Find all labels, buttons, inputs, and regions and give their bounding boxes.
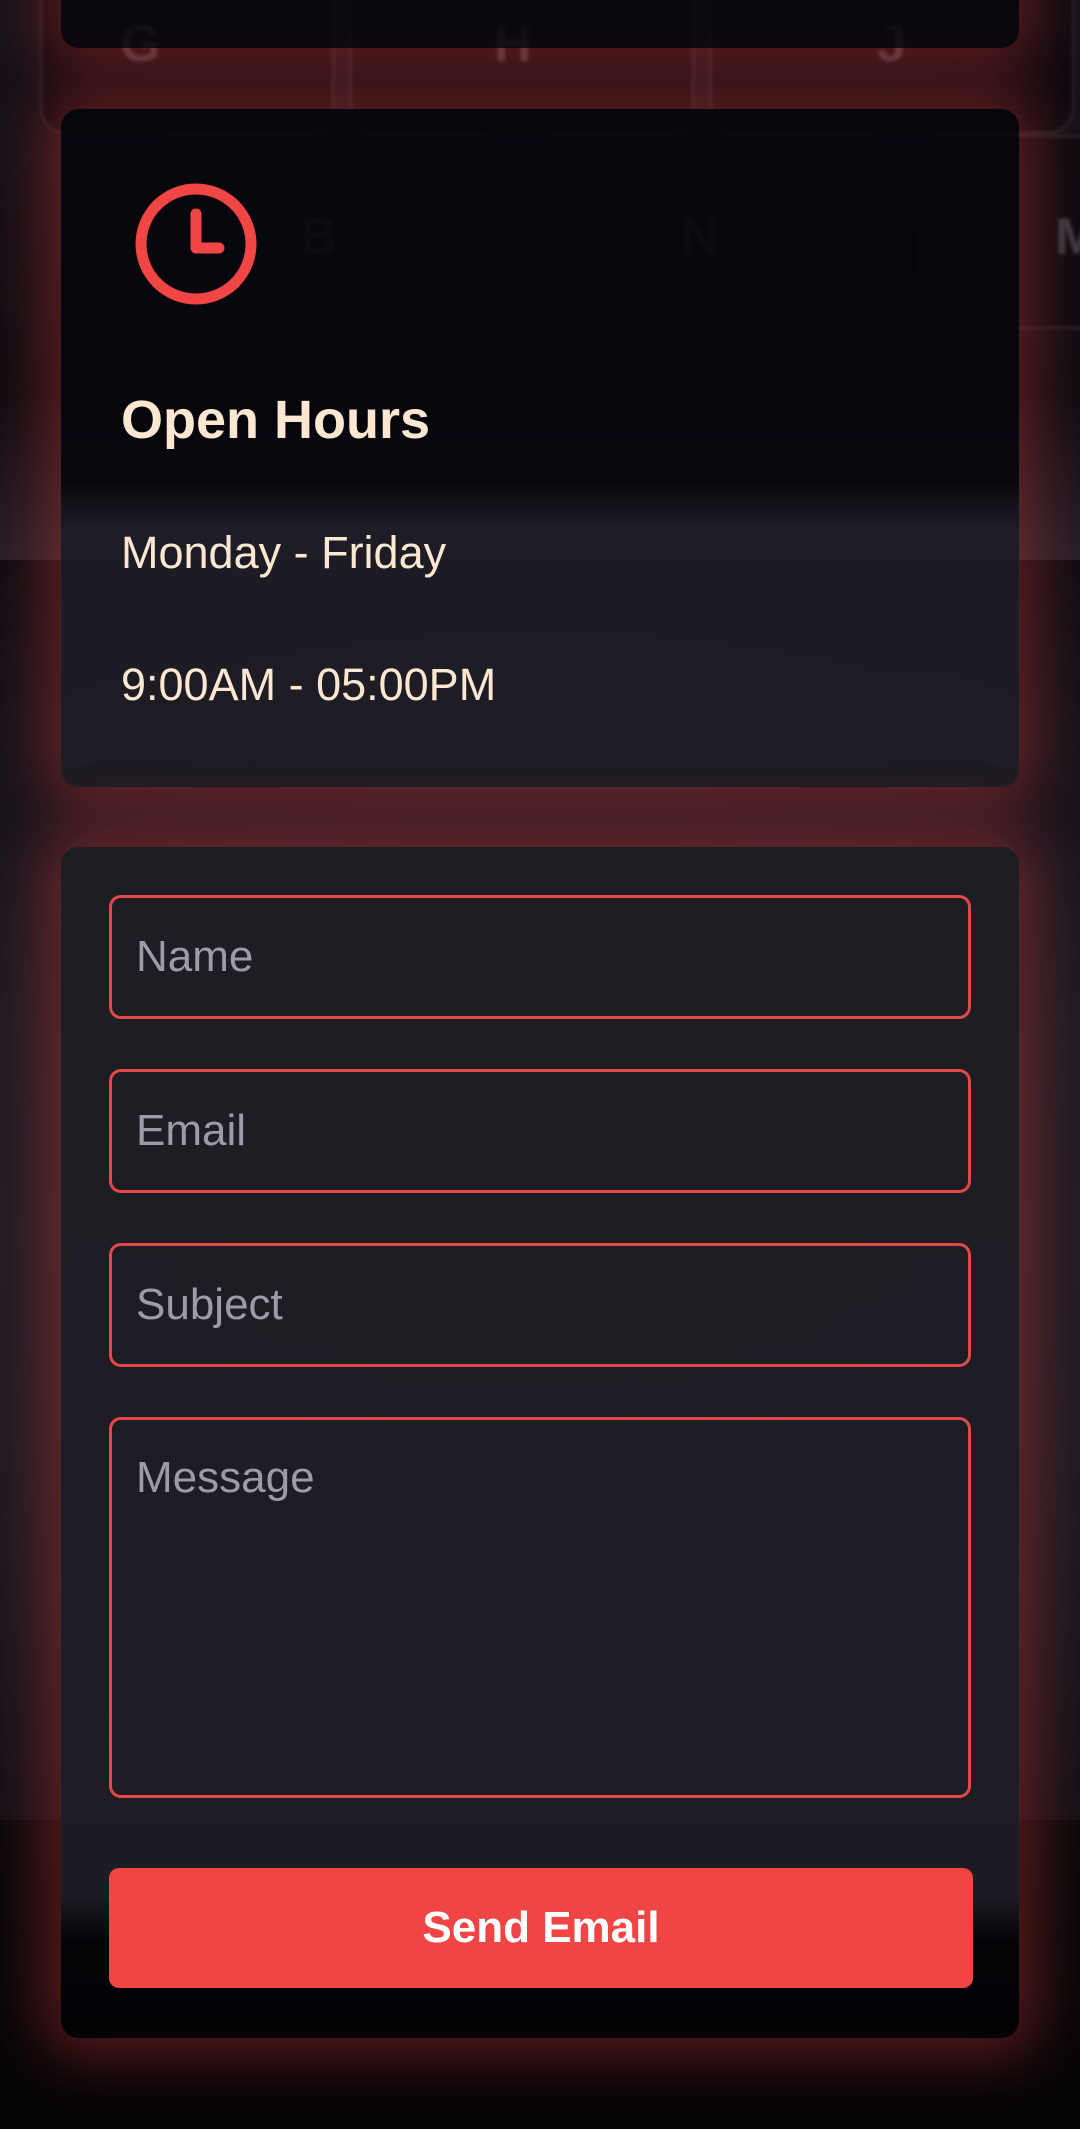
message-textarea[interactable] (109, 1417, 971, 1798)
email-input[interactable] (109, 1069, 971, 1193)
contact-form-card: Send Email (61, 847, 1019, 2038)
clock-icon (135, 183, 257, 305)
open-time-text: 9:00AM - 05:00PM (121, 659, 497, 710)
send-email-button[interactable]: Send Email (109, 1868, 973, 1988)
subject-input[interactable] (109, 1243, 971, 1367)
previous-card (61, 0, 1019, 48)
open-days-text: Monday - Friday (121, 527, 447, 578)
name-input[interactable] (109, 895, 971, 1019)
open-hours-card: Open Hours Monday - Friday 9:00AM - 05:0… (61, 109, 1019, 787)
background-key-label: M (1055, 208, 1080, 266)
open-hours-title: Open Hours (121, 390, 431, 450)
